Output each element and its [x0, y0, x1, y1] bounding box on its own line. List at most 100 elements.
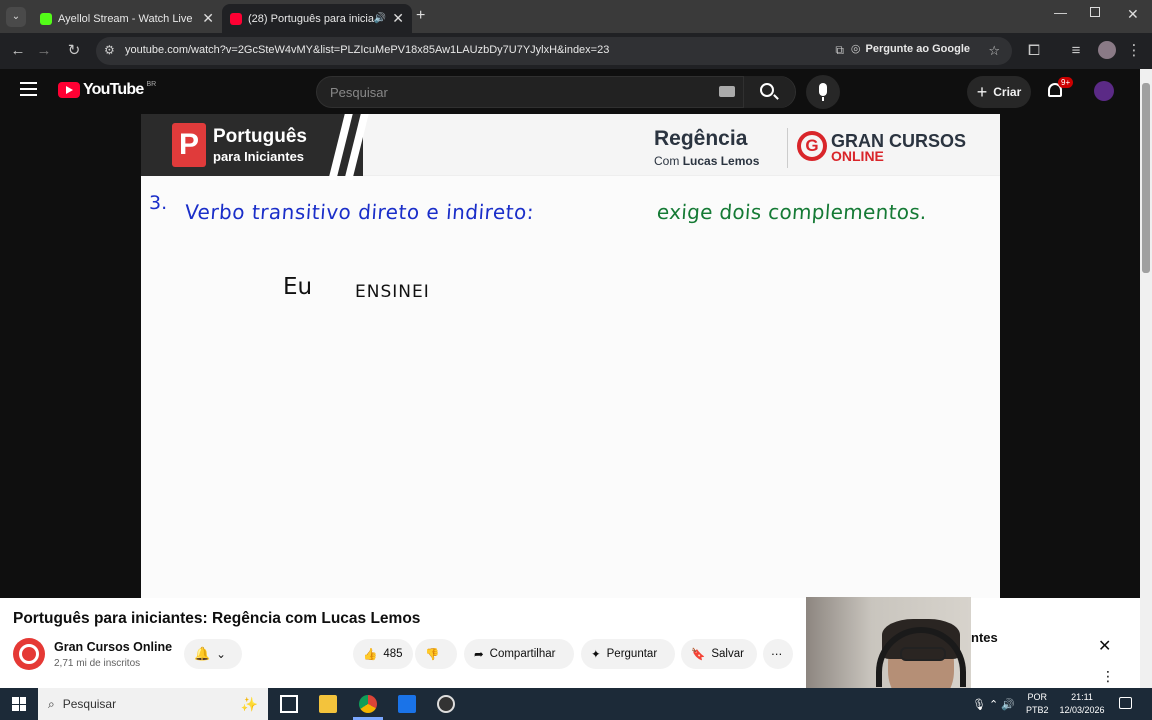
- share-label: Compartilhar: [489, 648, 556, 660]
- search-input[interactable]: Pesquisar: [330, 85, 388, 100]
- like-button[interactable]: 👍 485: [353, 639, 413, 669]
- p-logo-icon: P: [172, 123, 206, 167]
- sparkle-decoration-icon: ✨: [240, 695, 258, 712]
- side-panel-card: ntes ✕ ⋮: [971, 620, 1126, 684]
- series-title: Português: [213, 126, 307, 147]
- reading-list-icon[interactable]: ≡: [1066, 41, 1086, 61]
- url-text[interactable]: youtube.com/watch?v=2GcSteW4vMY&list=PLZ…: [125, 44, 609, 56]
- share-button[interactable]: ➦ Compartilhar: [464, 639, 574, 669]
- hamburger-menu-icon[interactable]: [20, 82, 37, 96]
- divider: [787, 128, 788, 168]
- handwriting-definition: Verbo transitivo direto e indireto:: [184, 200, 535, 224]
- bell-icon: 🔔: [194, 646, 211, 661]
- pergunte-label: Pergunte ao Google: [865, 42, 970, 55]
- chrome-icon[interactable]: [359, 695, 377, 713]
- chevron-down-icon: ⌄: [216, 649, 226, 661]
- youtube-favicon-icon: [230, 12, 242, 25]
- glasses-icon: [900, 647, 946, 661]
- back-button[interactable]: ←: [8, 41, 28, 61]
- forward-button[interactable]: →: [34, 41, 54, 61]
- reload-button[interactable]: ↻: [64, 41, 84, 61]
- minimize-button[interactable]: —: [1054, 5, 1067, 20]
- obs-icon[interactable]: [437, 695, 455, 713]
- more-horizontal-icon: ⋯: [771, 649, 783, 661]
- close-tab-icon[interactable]: ✕: [202, 10, 214, 27]
- taskbar-search[interactable]: ⌕ Pesquisar ✨: [38, 688, 268, 720]
- task-view-icon[interactable]: [280, 695, 298, 713]
- keyboard-icon[interactable]: [719, 86, 735, 97]
- side-panel-title: ntes: [971, 630, 998, 645]
- create-button[interactable]: + Criar: [967, 76, 1031, 108]
- browser-tab-bar: ⌄ Ayellol Stream - Watch Live on ✕ (28) …: [0, 0, 1152, 33]
- channel-avatar[interactable]: [13, 638, 45, 670]
- clock[interactable]: 21:11 12/03/2026: [1058, 691, 1106, 717]
- account-avatar[interactable]: [1094, 81, 1114, 101]
- handwriting-subject: Eu: [283, 274, 313, 300]
- pergunte-ao-google-button[interactable]: ◎ Pergunte ao Google: [850, 42, 970, 56]
- dislike-button[interactable]: 👎: [415, 639, 457, 669]
- close-window-button[interactable]: ✕: [1127, 6, 1139, 23]
- clock-time: 21:11: [1071, 692, 1093, 702]
- search-button[interactable]: [743, 76, 795, 108]
- tab-youtube[interactable]: (28) Português para iniciant 🔊 ✕: [222, 4, 412, 33]
- voice-search-button[interactable]: [806, 75, 840, 109]
- tab-list-dropdown[interactable]: ⌄: [6, 7, 26, 27]
- language-line2: PTB2: [1026, 705, 1049, 715]
- profile-avatar[interactable]: [1098, 41, 1116, 59]
- restore-button[interactable]: [1090, 7, 1100, 17]
- new-tab-button[interactable]: +: [416, 7, 425, 25]
- taskbar-search-input[interactable]: Pesquisar: [63, 697, 116, 711]
- tray-icons[interactable]: 🎙 ⌃ 🔊: [972, 698, 1015, 711]
- save-button[interactable]: 🔖 Salvar: [681, 639, 757, 669]
- ask-label: Perguntar: [606, 648, 658, 660]
- thumbs-up-icon: 👍: [363, 649, 378, 661]
- plus-icon: +: [976, 81, 988, 102]
- extensions-icon[interactable]: ⧠: [1024, 41, 1044, 61]
- subscription-bell-button[interactable]: 🔔 ⌄: [184, 639, 242, 669]
- page-scrollbar[interactable]: [1140, 69, 1152, 688]
- handwriting-verb: ensinei: [355, 282, 430, 302]
- more-actions-button[interactable]: ⋯: [763, 639, 793, 669]
- install-app-icon[interactable]: ⧉: [835, 43, 844, 58]
- region-code: BR: [146, 81, 157, 88]
- windows-start-icon[interactable]: [12, 697, 26, 711]
- scrollbar-thumb[interactable]: [1142, 83, 1150, 273]
- address-bar[interactable]: ⚙ youtube.com/watch?v=2GcSteW4vMY&list=P…: [96, 37, 1012, 65]
- bookmark-icon: 🔖: [691, 649, 706, 661]
- bookmark-star-icon[interactable]: ☆: [988, 43, 1000, 59]
- search-icon: ⌕: [48, 696, 55, 711]
- close-tab-icon[interactable]: ✕: [392, 10, 404, 27]
- notification-center-icon[interactable]: [1119, 697, 1132, 709]
- notification-badge: 9+: [1058, 77, 1074, 88]
- tab-ayellol[interactable]: Ayellol Stream - Watch Live on ✕: [32, 4, 222, 33]
- chrome-menu-icon[interactable]: ⋮: [1124, 41, 1144, 61]
- language-indicator[interactable]: POR PTB2: [1026, 691, 1049, 717]
- handwriting-number: 3.: [149, 192, 168, 214]
- ask-button[interactable]: ✦ Perguntar: [581, 639, 675, 669]
- close-panel-icon[interactable]: ✕: [1098, 636, 1111, 656]
- google-lens-icon: ◎: [850, 43, 861, 55]
- site-info-icon[interactable]: ⚙: [104, 43, 115, 57]
- series-subtitle: para Iniciantes: [213, 149, 305, 164]
- youtube-logo[interactable]: YouTube BR: [58, 81, 156, 99]
- kick-favicon-icon: [40, 12, 52, 25]
- file-explorer-icon[interactable]: [319, 695, 337, 713]
- clock-date: 12/03/2026: [1059, 705, 1105, 715]
- logo-text: YouTube: [83, 81, 144, 98]
- panel-menu-icon[interactable]: ⋮: [1101, 668, 1115, 685]
- speaker-icon[interactable]: 🔊: [374, 13, 386, 24]
- search-box[interactable]: Pesquisar: [316, 76, 796, 108]
- save-label: Salvar: [711, 648, 744, 660]
- channel-name[interactable]: Gran Cursos Online: [54, 640, 172, 654]
- language-line1: POR: [1027, 692, 1048, 702]
- course-author-line: Com Lucas Lemos: [654, 154, 759, 168]
- tab-title: Ayellol Stream - Watch Live on: [58, 12, 197, 25]
- thumbs-down-icon: 👎: [425, 649, 440, 661]
- course-with: Com: [654, 154, 680, 168]
- notifications-button[interactable]: 9+: [1046, 77, 1074, 101]
- video-player[interactable]: P Português para Iniciantes Regência Com…: [141, 114, 1000, 598]
- microphone-icon: [819, 83, 827, 96]
- youtube-header: YouTube BR Pesquisar + Criar 9+: [0, 69, 1140, 114]
- mail-app-icon[interactable]: [398, 695, 416, 713]
- browser-toolbar: ← → ↻ ⚙ youtube.com/watch?v=2GcSteW4vMY&…: [0, 33, 1152, 69]
